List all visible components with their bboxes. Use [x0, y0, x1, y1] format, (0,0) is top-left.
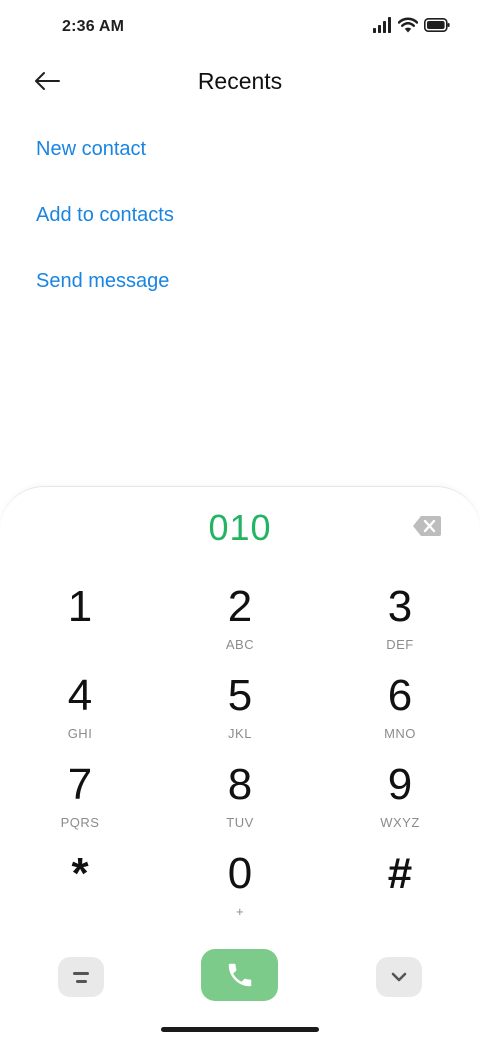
- status-bar: 2:36 AM: [0, 0, 480, 56]
- key-letters: JKL: [228, 726, 252, 741]
- menu-icon: [75, 979, 87, 983]
- key-digit: 9: [387, 760, 413, 809]
- dialer-controls: [0, 949, 480, 1003]
- chevron-down-icon: [391, 972, 407, 982]
- status-icons: [372, 17, 450, 33]
- key-2[interactable]: 2 ABC: [160, 581, 320, 670]
- keypad-row: 7 PQRS 8 TUV 9 WXYZ: [0, 759, 480, 848]
- key-digit: 8: [227, 760, 253, 809]
- new-contact-link[interactable]: New contact: [36, 126, 174, 192]
- key-9[interactable]: 9 WXYZ: [320, 759, 480, 848]
- wifi-icon: [398, 17, 418, 33]
- key-digit: 3: [387, 582, 413, 631]
- dialer-panel: 010 1 2 ABC 3 DEF 4 GHI 5 JKL 6 MNO 7 PQ…: [0, 486, 480, 1040]
- action-list: New contact Add to contacts Send message: [36, 126, 174, 324]
- keypad-row: * 0 + #: [0, 848, 480, 937]
- collapse-keypad-button[interactable]: [376, 957, 422, 997]
- key-letters: DEF: [386, 637, 414, 652]
- key-5[interactable]: 5 JKL: [160, 670, 320, 759]
- key-digit: 0: [227, 849, 253, 898]
- phone-icon: [228, 963, 251, 987]
- key-8[interactable]: 8 TUV: [160, 759, 320, 848]
- backspace-button[interactable]: [412, 515, 442, 537]
- key-letters: GHI: [67, 726, 93, 741]
- key-6[interactable]: 6 MNO: [320, 670, 480, 759]
- key-letters: +: [235, 904, 245, 919]
- menu-icon: [73, 971, 89, 975]
- key-7[interactable]: 7 PQRS: [0, 759, 160, 848]
- phone-screen: 2:36 AM Recents New contact Add to conta…: [0, 0, 480, 1040]
- menu-button[interactable]: [58, 957, 104, 997]
- key-star[interactable]: *: [0, 848, 160, 937]
- key-hash[interactable]: #: [320, 848, 480, 937]
- backspace-icon: [413, 516, 441, 536]
- send-message-link[interactable]: Send message: [36, 258, 174, 324]
- signal-icon: [373, 17, 391, 33]
- key-digit: 1: [67, 582, 93, 631]
- keypad-row: 4 GHI 5 JKL 6 MNO: [0, 670, 480, 759]
- keypad-row: 1 2 ABC 3 DEF: [0, 581, 480, 670]
- key-4[interactable]: 4 GHI: [0, 670, 160, 759]
- key-letters: TUV: [226, 815, 254, 830]
- page-title: Recents: [197, 68, 283, 94]
- key-letters: MNO: [384, 726, 416, 741]
- dialed-number[interactable]: 010: [0, 507, 480, 549]
- keypad: 1 2 ABC 3 DEF 4 GHI 5 JKL 6 MNO 7 PQRS 8…: [0, 581, 480, 937]
- key-digit: 4: [67, 671, 93, 720]
- key-digit: #: [387, 849, 413, 898]
- key-digit: 7: [67, 760, 93, 809]
- home-indicator[interactable]: [161, 1027, 319, 1032]
- call-button[interactable]: [201, 949, 278, 1001]
- key-digit: 2: [227, 582, 253, 631]
- key-letters: PQRS: [60, 815, 100, 830]
- key-0[interactable]: 0 +: [160, 848, 320, 937]
- key-digit: 6: [387, 671, 413, 720]
- status-time: 2:36 AM: [62, 18, 125, 35]
- key-1[interactable]: 1: [0, 581, 160, 670]
- add-to-contacts-link[interactable]: Add to contacts: [36, 192, 174, 258]
- battery-icon: [424, 17, 450, 32]
- key-letters: ABC: [225, 637, 255, 652]
- key-letters: WXYZ: [380, 815, 420, 830]
- key-3[interactable]: 3 DEF: [320, 581, 480, 670]
- key-digit: 5: [227, 671, 253, 720]
- key-digit: *: [71, 849, 89, 898]
- header: Recents: [0, 56, 480, 108]
